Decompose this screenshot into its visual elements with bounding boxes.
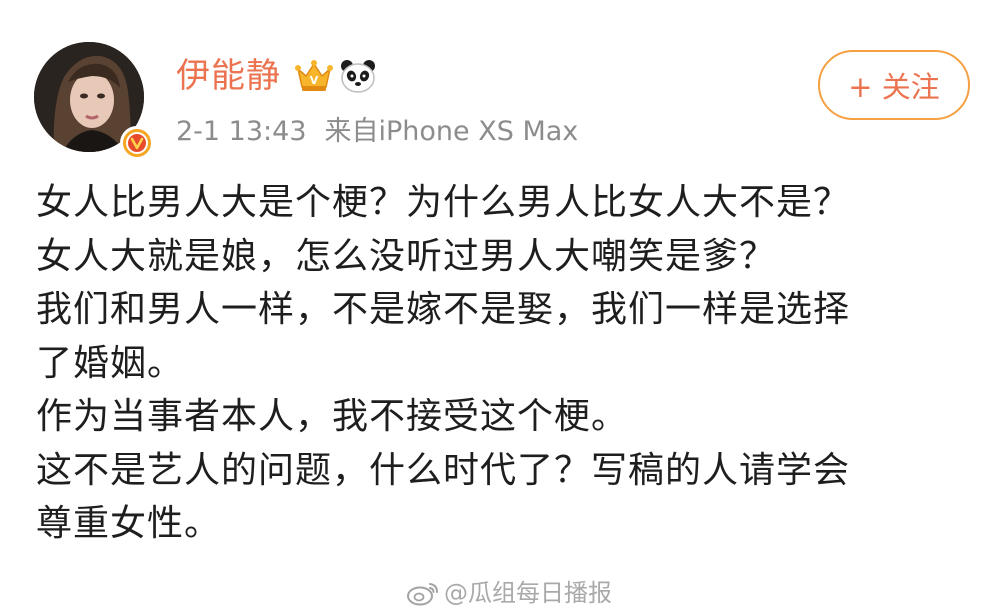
post-source: 来自iPhone XS Max — [324, 116, 579, 147]
post-text-line: 了婚姻。 — [36, 342, 185, 384]
username[interactable]: 伊能静 — [176, 52, 281, 100]
post-body: 女人比男人大是个梗？为什么男人比女人大不是？ 女人大就是娘，怎么没听过男人大嘲笑… — [36, 176, 966, 551]
verified-v-icon — [120, 126, 154, 160]
post-meta: 2-1 13:43 来自iPhone XS Max — [176, 114, 578, 150]
watermark-text: @瓜组每日播报 — [444, 579, 612, 607]
post-text-line: 尊重女性。 — [36, 503, 222, 544]
post-text-line: 这不是艺人的问题，什么时代了？写稿的人请学会 — [36, 449, 851, 491]
svg-text:V: V — [310, 74, 319, 87]
post-header: 伊能静 V 2-1 13:43 来自iPhone XS Max + 关注 — [34, 40, 974, 160]
post-text-line: 作为当事者本人，我不接受这个梗。 — [36, 396, 629, 437]
weibo-logo-icon — [407, 583, 438, 606]
watermark: @瓜组每日播报 — [406, 578, 612, 608]
username-row: 伊能静 V — [176, 52, 377, 100]
follow-button[interactable]: + 关注 — [818, 50, 970, 120]
crown-icon[interactable]: V — [295, 59, 333, 93]
post-time: 2-1 13:43 — [176, 116, 307, 147]
post-text-line: 女人大就是娘，怎么没听过男人大嘲笑是爹？ — [36, 235, 777, 277]
panda-icon[interactable] — [339, 58, 377, 94]
post-text-line: 我们和男人一样，不是嫁不是娶，我们一样是选择 — [36, 289, 851, 330]
post-text-line: 女人比男人大是个梗？为什么男人比女人大不是？ — [36, 182, 851, 223]
